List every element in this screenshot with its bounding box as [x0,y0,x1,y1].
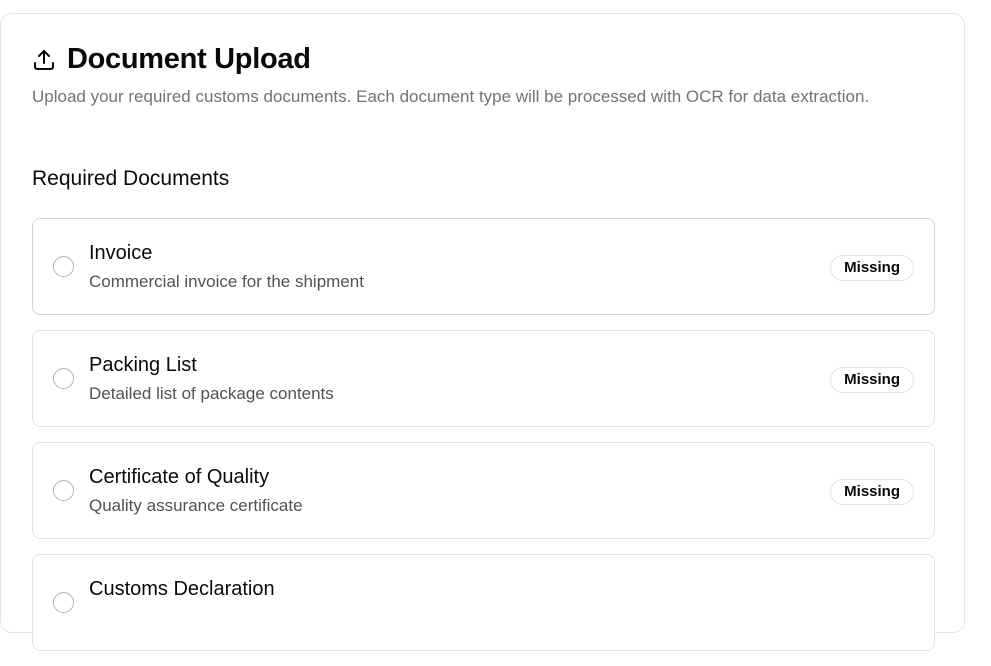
document-name: Customs Declaration [89,578,275,600]
status-badge: Missing [830,255,914,281]
document-description: Quality assurance certificate [89,496,303,515]
document-name: Certificate of Quality [89,466,270,488]
document-select-radio[interactable] [53,368,74,389]
document-select-radio[interactable] [53,256,74,277]
page-description: Upload your required customs documents. … [32,87,870,106]
document-item-customs-declaration[interactable]: Customs Declaration [32,554,935,651]
document-item-packing-list[interactable]: Packing List Detailed list of package co… [32,330,935,427]
page-title: Document Upload [67,43,311,75]
document-name: Packing List [89,354,197,376]
card-header: Document Upload [32,43,311,76]
document-description: Detailed list of package contents [89,384,334,403]
document-upload-card: Document Upload Upload your required cus… [0,13,965,651]
status-badge: Missing [830,367,914,393]
document-description: Commercial invoice for the shipment [89,272,364,291]
document-list: Invoice Commercial invoice for the shipm… [32,218,935,666]
document-select-radio[interactable] [53,480,74,501]
document-name: Invoice [89,242,153,264]
document-select-radio[interactable] [53,592,74,613]
document-item-certificate-of-quality[interactable]: Certificate of Quality Quality assurance… [32,442,935,539]
document-item-invoice[interactable]: Invoice Commercial invoice for the shipm… [32,218,935,315]
section-title: Required Documents [32,167,230,190]
status-badge: Missing [830,479,914,505]
upload-icon [32,48,56,72]
